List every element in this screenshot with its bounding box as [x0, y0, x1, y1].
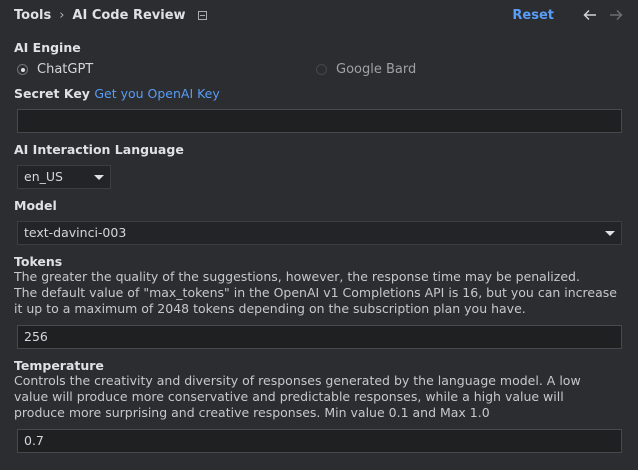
radio-google-bard[interactable]: Google Bard: [316, 62, 416, 77]
arrow-right-icon: [610, 9, 623, 21]
radio-indicator-unselected: [316, 64, 327, 75]
tokens-description-line: The default value of "max_tokens" in the…: [14, 285, 617, 300]
breadcrumb-current-page: AI Code Review: [72, 7, 186, 23]
language-select[interactable]: en_US: [17, 165, 111, 189]
model-select[interactable]: text-davinci-003: [17, 221, 622, 245]
tokens-label: Tokens: [14, 254, 63, 269]
temperature-description-line: Controls the creativity and diversity of…: [14, 373, 581, 388]
reset-button[interactable]: Reset: [512, 8, 554, 23]
radio-chatgpt-label: ChatGPT: [37, 62, 94, 77]
tokens-input[interactable]: 256: [17, 325, 622, 349]
get-openai-key-link[interactable]: Get you OpenAI Key: [94, 86, 219, 101]
radio-google-bard-label: Google Bard: [336, 62, 417, 77]
temperature-description: Controls the creativity and diversity of…: [14, 373, 581, 421]
chevron-down-icon: [94, 175, 104, 180]
tokens-description-line: it up to a maximum of 2048 tokens depend…: [14, 301, 526, 316]
header-bar: Tools › AI Code Review Reset: [14, 6, 624, 24]
secret-key-label-row: Secret Key Get you OpenAI Key: [14, 86, 220, 101]
temperature-input[interactable]: 0.7: [17, 429, 622, 453]
tokens-description: The greater the quality of the suggestio…: [14, 269, 617, 317]
ai-engine-label: AI Engine: [14, 40, 81, 55]
secret-key-input[interactable]: [17, 109, 622, 133]
model-label: Model: [14, 198, 57, 213]
arrow-left-icon: [583, 9, 596, 21]
secret-key-label: Secret Key: [14, 86, 90, 101]
forward-button[interactable]: [608, 7, 624, 23]
temperature-description-line: produce more surprising and creative res…: [14, 405, 490, 420]
language-label: AI Interaction Language: [14, 142, 184, 157]
language-select-value: en_US: [24, 169, 63, 184]
radio-indicator-selected: [17, 64, 28, 75]
temperature-description-line: value will produce more conservative and…: [14, 389, 564, 404]
tokens-description-line: The greater the quality of the suggestio…: [14, 269, 580, 284]
breadcrumb-separator: ›: [59, 7, 65, 23]
model-select-value: text-davinci-003: [24, 225, 127, 240]
document-icon: [197, 10, 207, 20]
breadcrumb-tools[interactable]: Tools: [14, 8, 51, 23]
radio-chatgpt[interactable]: ChatGPT: [17, 62, 93, 77]
temperature-label: Temperature: [14, 358, 104, 373]
chevron-down-icon: [605, 231, 615, 236]
back-button[interactable]: [582, 7, 598, 23]
